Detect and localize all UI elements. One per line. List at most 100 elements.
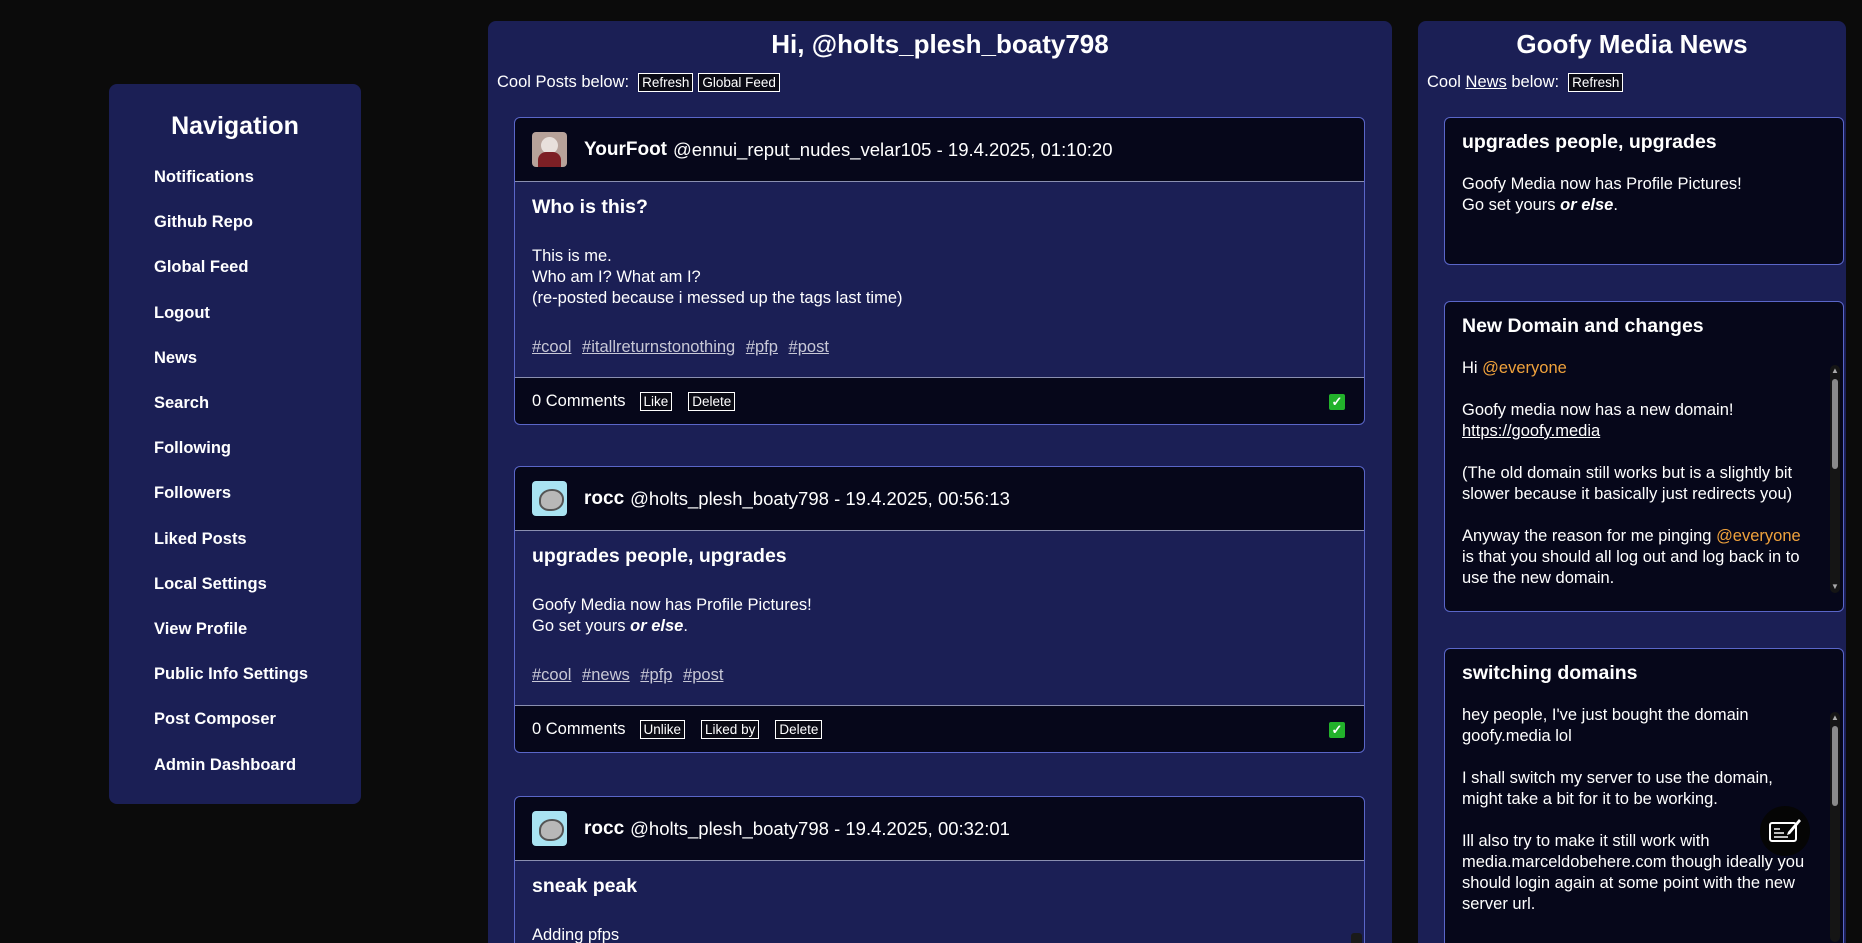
news-card: New Domain and changes Hi @everyone Goof… bbox=[1444, 301, 1844, 612]
scroll-up-icon[interactable]: ▲ bbox=[1831, 367, 1839, 375]
nav-link-github-repo[interactable]: Github Repo bbox=[154, 213, 253, 232]
domain-link[interactable]: https://goofy.media bbox=[1462, 422, 1600, 440]
news-text-fragment: . bbox=[1613, 196, 1618, 214]
scrollbar-thumb[interactable] bbox=[1832, 379, 1838, 469]
post-text-fragment: . bbox=[683, 617, 688, 635]
post-body: upgrades people, upgrades Goofy Media no… bbox=[515, 531, 1364, 705]
nav-link-search[interactable]: Search bbox=[154, 394, 209, 413]
avatar[interactable] bbox=[532, 811, 567, 846]
liked-by-button[interactable]: Liked by bbox=[701, 719, 760, 739]
refresh-button[interactable]: Refresh bbox=[638, 72, 694, 92]
nav-link-notifications[interactable]: Notifications bbox=[154, 168, 254, 187]
post-tags: #cool #itallreturnstonothing #pfp #post bbox=[532, 338, 1347, 377]
post-author-name[interactable]: rocc bbox=[584, 818, 624, 840]
tag-link[interactable]: #pfp bbox=[746, 338, 778, 356]
navigation-panel: Navigation Notifications Github Repo Glo… bbox=[109, 84, 361, 804]
post-tags: #cool #news #pfp #post bbox=[532, 666, 1347, 705]
delete-button[interactable]: Delete bbox=[688, 391, 736, 411]
news-link[interactable]: News bbox=[1466, 73, 1507, 91]
nav-link-view-profile[interactable]: View Profile bbox=[154, 620, 247, 639]
news-card: upgrades people, upgrades Goofy Media no… bbox=[1444, 117, 1844, 265]
post-card: rocc @holts_plesh_boaty798 - 19.4.2025, … bbox=[514, 466, 1365, 753]
avatar[interactable] bbox=[532, 481, 567, 516]
post-header: rocc @holts_plesh_boaty798 - 19.4.2025, … bbox=[515, 467, 1364, 531]
nav-item-local-settings: Local Settings bbox=[109, 562, 361, 607]
nav-item-admin-dashboard: Admin Dashboard bbox=[109, 742, 361, 787]
nav-link-news[interactable]: News bbox=[154, 349, 197, 368]
news-card-scrollbar[interactable]: ▲ ▼ bbox=[1830, 365, 1840, 593]
post-body: Who is this? This is me. Who am I? What … bbox=[515, 182, 1364, 377]
news-text-paragraph: I shall switch my server to use the doma… bbox=[1462, 769, 1773, 808]
post-meta: @ennui_reput_nudes_velar105 - 19.4.2025,… bbox=[673, 138, 1113, 160]
news-text-emphasis: or else bbox=[1560, 196, 1614, 214]
compose-icon[interactable] bbox=[1760, 806, 1810, 856]
feed-subtitle: Cool Posts below: bbox=[497, 72, 630, 91]
nav-item-post-composer: Post Composer bbox=[109, 697, 361, 742]
nav-item-search: Search bbox=[109, 381, 361, 426]
tag-link[interactable]: #post bbox=[789, 338, 829, 356]
news-subtitle: Cool News below: bbox=[1427, 73, 1559, 92]
news-refresh-button[interactable]: Refresh bbox=[1568, 72, 1624, 92]
comments-count[interactable]: 0 Comments bbox=[532, 392, 626, 411]
scroll-up-icon[interactable]: ▲ bbox=[1831, 714, 1839, 722]
tag-link[interactable]: #cool bbox=[532, 338, 571, 356]
mention-link[interactable]: @everyone bbox=[1482, 359, 1567, 377]
post-author-name[interactable]: rocc bbox=[584, 488, 624, 510]
nav-link-local-settings[interactable]: Local Settings bbox=[154, 575, 267, 594]
post-header: YourFoot @ennui_reput_nudes_velar105 - 1… bbox=[515, 118, 1364, 182]
post-text-line: Who am I? What am I? bbox=[532, 268, 701, 286]
post-author-name[interactable]: YourFoot bbox=[584, 139, 667, 161]
comments-count[interactable]: 0 Comments bbox=[532, 720, 626, 739]
tag-link[interactable]: #post bbox=[683, 666, 723, 684]
navigation-title: Navigation bbox=[171, 112, 299, 140]
scroll-down-icon[interactable]: ▼ bbox=[1831, 583, 1839, 591]
news-text-fragment: Anyway the reason for me pinging bbox=[1462, 527, 1717, 545]
news-card-scrollbar[interactable]: ▲ bbox=[1830, 712, 1840, 942]
nav-item-liked-posts: Liked Posts bbox=[109, 517, 361, 562]
nav-item-github-repo: Github Repo bbox=[109, 200, 361, 245]
tag-link[interactable]: #itallreturnstonothing bbox=[582, 338, 735, 356]
checkbox-checked-icon[interactable]: ✓ bbox=[1329, 394, 1345, 410]
post-header: rocc @holts_plesh_boaty798 - 19.4.2025, … bbox=[515, 797, 1364, 861]
nav-item-view-profile: View Profile bbox=[109, 607, 361, 652]
news-title: Goofy Media News bbox=[1516, 29, 1748, 59]
mention-link[interactable]: @everyone bbox=[1716, 527, 1801, 545]
post-text-fragment: Go set yours bbox=[532, 617, 631, 635]
nav-link-global-feed[interactable]: Global Feed bbox=[154, 258, 248, 277]
nav-item-public-info-settings: Public Info Settings bbox=[109, 652, 361, 697]
navigation-list: Notifications Github Repo Global Feed Lo… bbox=[109, 155, 361, 788]
post-text-line: Go set yours or else. bbox=[532, 616, 1347, 637]
scrollbar-thumb[interactable] bbox=[1832, 726, 1838, 806]
nav-link-logout[interactable]: Logout bbox=[154, 304, 210, 323]
news-text-paragraph: Anyway the reason for me pinging @everyo… bbox=[1462, 526, 1816, 588]
nav-item-logout: Logout bbox=[109, 291, 361, 336]
global-feed-button[interactable]: Global Feed bbox=[698, 72, 780, 92]
news-text-fragment: Go set yours bbox=[1462, 196, 1561, 214]
news-panel: Goofy Media News Cool News below: Refres… bbox=[1418, 21, 1846, 943]
tag-link[interactable]: #cool bbox=[532, 666, 571, 684]
post-footer: 0 Comments Like Delete ✓ bbox=[515, 377, 1364, 424]
nav-link-admin-dashboard[interactable]: Admin Dashboard bbox=[154, 756, 296, 775]
nav-link-followers[interactable]: Followers bbox=[154, 484, 231, 503]
like-button[interactable]: Like bbox=[639, 391, 673, 411]
nav-link-post-composer[interactable]: Post Composer bbox=[154, 710, 276, 729]
news-card-title: New Domain and changes bbox=[1462, 315, 1704, 337]
nav-item-global-feed: Global Feed bbox=[109, 245, 361, 290]
nav-link-following[interactable]: Following bbox=[154, 439, 231, 458]
post-scrollbar[interactable] bbox=[1351, 933, 1362, 943]
news-subtitle-prefix: Cool bbox=[1427, 72, 1466, 91]
tag-link[interactable]: #news bbox=[582, 666, 630, 684]
nav-link-liked-posts[interactable]: Liked Posts bbox=[154, 530, 247, 549]
delete-button[interactable]: Delete bbox=[775, 719, 823, 739]
news-text-line: Goofy media now has a new domain! bbox=[1462, 401, 1734, 419]
post-meta: @holts_plesh_boaty798 - 19.4.2025, 00:32… bbox=[630, 817, 1010, 839]
news-text-paragraph: hey people, I've just bought the domain … bbox=[1462, 706, 1749, 745]
unlike-button[interactable]: Unlike bbox=[639, 719, 686, 739]
nav-item-news: News bbox=[109, 336, 361, 381]
tag-link[interactable]: #pfp bbox=[640, 666, 672, 684]
avatar[interactable] bbox=[532, 132, 567, 167]
nav-link-public-info-settings[interactable]: Public Info Settings bbox=[154, 665, 308, 684]
news-card-text: Goofy Media now has Profile Pictures! Go… bbox=[1462, 174, 1826, 216]
post-card: rocc @holts_plesh_boaty798 - 19.4.2025, … bbox=[514, 796, 1365, 943]
checkbox-checked-icon[interactable]: ✓ bbox=[1329, 722, 1345, 738]
